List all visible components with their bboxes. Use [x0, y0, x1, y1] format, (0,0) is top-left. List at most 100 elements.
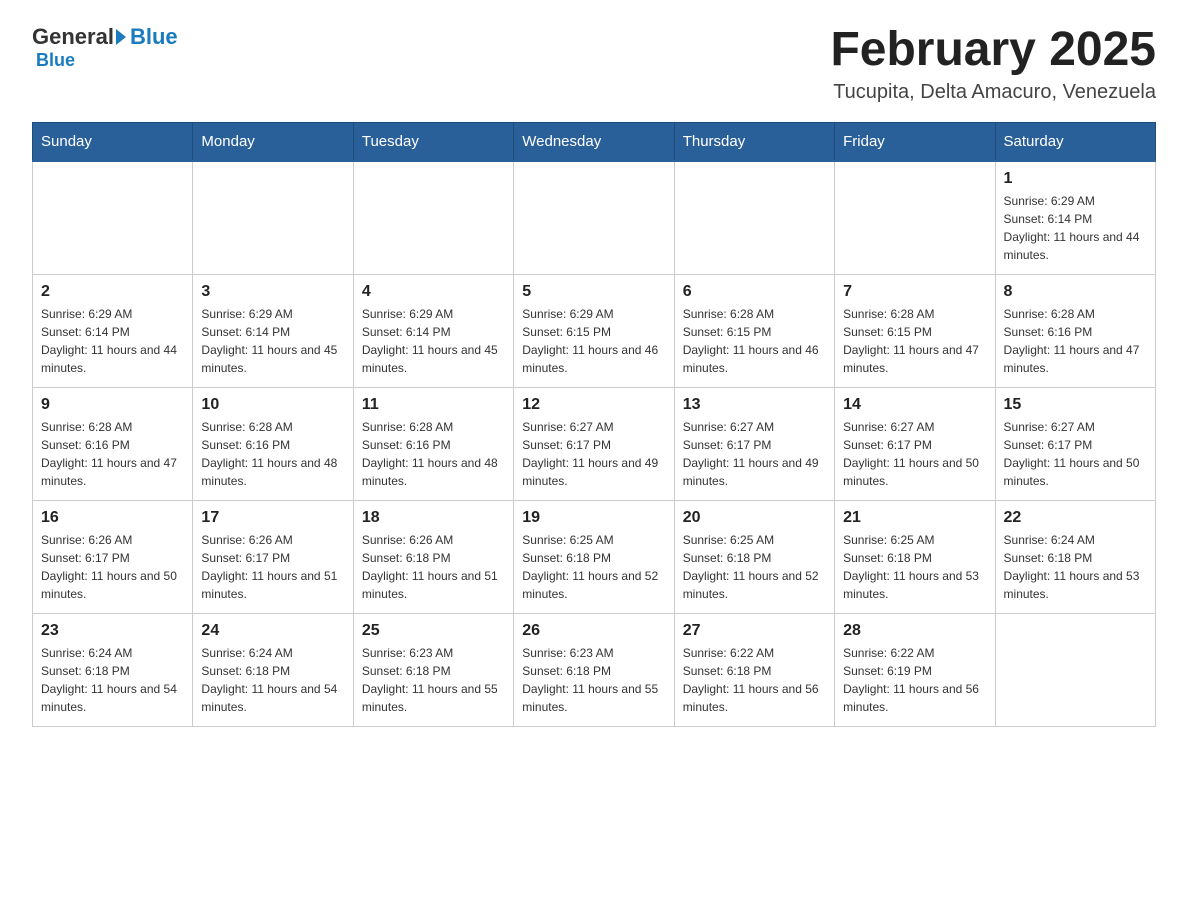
day-info: Sunrise: 6:24 AMSunset: 6:18 PMDaylight:… [41, 644, 184, 716]
day-number: 23 [41, 622, 184, 640]
table-row [835, 161, 995, 275]
logo-general-text: General [32, 24, 114, 50]
col-sunday: Sunday [33, 122, 193, 161]
table-row [674, 161, 834, 275]
day-info: Sunrise: 6:29 AMSunset: 6:14 PMDaylight:… [41, 305, 184, 377]
day-info: Sunrise: 6:28 AMSunset: 6:15 PMDaylight:… [683, 305, 826, 377]
table-row: 3Sunrise: 6:29 AMSunset: 6:14 PMDaylight… [193, 274, 353, 387]
day-info: Sunrise: 6:25 AMSunset: 6:18 PMDaylight:… [522, 531, 665, 603]
day-number: 17 [201, 509, 344, 527]
location-title: Tucupita, Delta Amacuro, Venezuela [830, 81, 1156, 104]
day-info: Sunrise: 6:24 AMSunset: 6:18 PMDaylight:… [201, 644, 344, 716]
day-number: 4 [362, 283, 505, 301]
table-row: 28 Sunrise: 6:22 AMSunset: 6:19 PMDayligh… [835, 613, 995, 726]
table-row: 27Sunrise: 6:22 AMSunset: 6:18 PMDayligh… [674, 613, 834, 726]
col-saturday: Saturday [995, 122, 1155, 161]
day-info: Sunrise: 6:27 AMSunset: 6:17 PMDaylight:… [522, 418, 665, 490]
table-row: 26 Sunrise: 6:23 AMSunset: 6:18 PMDayligh… [514, 613, 674, 726]
table-row: 5 Sunrise: 6:29 AMSunset: 6:15 PMDaylight… [514, 274, 674, 387]
day-number: 28 [843, 622, 986, 640]
day-number: 15 [1004, 396, 1147, 414]
title-section: February 2025 Tucupita, Delta Amacuro, V… [830, 24, 1156, 104]
day-number: 11 [362, 396, 505, 414]
table-row: 12 Sunrise: 6:27 AMSunset: 6:17 PMDayligh… [514, 387, 674, 500]
day-number: 25 [362, 622, 505, 640]
day-number: 9 [41, 396, 184, 414]
day-info: Sunrise: 6:25 AMSunset: 6:18 PMDaylight:… [843, 531, 986, 603]
day-info: Sunrise: 6:27 AMSunset: 6:17 PMDaylight:… [683, 418, 826, 490]
col-thursday: Thursday [674, 122, 834, 161]
table-row: 13 Sunrise: 6:27 AMSunset: 6:17 PMDayligh… [674, 387, 834, 500]
calendar-week-row: 16 Sunrise: 6:26 AMSunset: 6:17 PMDayligh… [33, 500, 1156, 613]
calendar-table: Sunday Monday Tuesday Wednesday Thursday… [32, 122, 1156, 727]
day-info: Sunrise: 6:24 AMSunset: 6:18 PMDaylight:… [1004, 531, 1147, 603]
day-number: 10 [201, 396, 344, 414]
col-wednesday: Wednesday [514, 122, 674, 161]
day-info: Sunrise: 6:23 AMSunset: 6:18 PMDaylight:… [522, 644, 665, 716]
day-info: Sunrise: 6:29 AMSunset: 6:14 PMDaylight:… [1004, 192, 1147, 264]
table-row: 25Sunrise: 6:23 AMSunset: 6:18 PMDayligh… [353, 613, 513, 726]
table-row: 18 Sunrise: 6:26 AMSunset: 6:18 PMDayligh… [353, 500, 513, 613]
table-row: 11 Sunrise: 6:28 AMSunset: 6:16 PMDayligh… [353, 387, 513, 500]
month-title: February 2025 [830, 24, 1156, 77]
day-number: 27 [683, 622, 826, 640]
table-row: 14 Sunrise: 6:27 AMSunset: 6:17 PMDayligh… [835, 387, 995, 500]
calendar-header-row: Sunday Monday Tuesday Wednesday Thursday… [33, 122, 1156, 161]
day-info: Sunrise: 6:28 AMSunset: 6:15 PMDaylight:… [843, 305, 986, 377]
table-row: 21 Sunrise: 6:25 AMSunset: 6:18 PMDayligh… [835, 500, 995, 613]
day-number: 14 [843, 396, 986, 414]
table-row: 1 Sunrise: 6:29 AMSunset: 6:14 PMDaylight… [995, 161, 1155, 275]
logo-arrow-icon [116, 29, 126, 45]
page-header: General Blue Blue February 2025 Tucupita… [32, 24, 1156, 104]
day-number: 18 [362, 509, 505, 527]
table-row: 9 Sunrise: 6:28 AMSunset: 6:16 PMDaylight… [33, 387, 193, 500]
logo: General Blue Blue [32, 24, 178, 71]
day-info: Sunrise: 6:28 AMSunset: 6:16 PMDaylight:… [1004, 305, 1147, 377]
day-info: Sunrise: 6:26 AMSunset: 6:17 PMDaylight:… [41, 531, 184, 603]
day-number: 19 [522, 509, 665, 527]
table-row: 6Sunrise: 6:28 AMSunset: 6:15 PMDaylight… [674, 274, 834, 387]
table-row [353, 161, 513, 275]
calendar-week-row: 1 Sunrise: 6:29 AMSunset: 6:14 PMDaylight… [33, 161, 1156, 275]
table-row: 4 Sunrise: 6:29 AMSunset: 6:14 PMDaylight… [353, 274, 513, 387]
day-info: Sunrise: 6:27 AMSunset: 6:17 PMDaylight:… [1004, 418, 1147, 490]
day-number: 5 [522, 283, 665, 301]
day-number: 26 [522, 622, 665, 640]
table-row: 2 Sunrise: 6:29 AMSunset: 6:14 PMDaylight… [33, 274, 193, 387]
table-row: 22Sunrise: 6:24 AMSunset: 6:18 PMDayligh… [995, 500, 1155, 613]
table-row: 17 Sunrise: 6:26 AMSunset: 6:17 PMDayligh… [193, 500, 353, 613]
calendar-week-row: 9 Sunrise: 6:28 AMSunset: 6:16 PMDaylight… [33, 387, 1156, 500]
day-number: 13 [683, 396, 826, 414]
day-info: Sunrise: 6:22 AMSunset: 6:19 PMDaylight:… [843, 644, 986, 716]
day-number: 12 [522, 396, 665, 414]
table-row: 23 Sunrise: 6:24 AMSunset: 6:18 PMDayligh… [33, 613, 193, 726]
day-number: 2 [41, 283, 184, 301]
table-row [995, 613, 1155, 726]
col-monday: Monday [193, 122, 353, 161]
day-number: 1 [1004, 170, 1147, 188]
day-number: 20 [683, 509, 826, 527]
day-number: 3 [201, 283, 344, 301]
table-row [193, 161, 353, 275]
logo-subtitle: Blue [36, 50, 75, 71]
table-row: 16 Sunrise: 6:26 AMSunset: 6:17 PMDayligh… [33, 500, 193, 613]
day-info: Sunrise: 6:28 AMSunset: 6:16 PMDaylight:… [362, 418, 505, 490]
table-row: 8 Sunrise: 6:28 AMSunset: 6:16 PMDaylight… [995, 274, 1155, 387]
table-row: 24Sunrise: 6:24 AMSunset: 6:18 PMDayligh… [193, 613, 353, 726]
day-number: 8 [1004, 283, 1147, 301]
day-info: Sunrise: 6:28 AMSunset: 6:16 PMDaylight:… [41, 418, 184, 490]
day-info: Sunrise: 6:26 AMSunset: 6:18 PMDaylight:… [362, 531, 505, 603]
table-row: 19 Sunrise: 6:25 AMSunset: 6:18 PMDayligh… [514, 500, 674, 613]
table-row: 15 Sunrise: 6:27 AMSunset: 6:17 PMDayligh… [995, 387, 1155, 500]
day-number: 16 [41, 509, 184, 527]
day-number: 21 [843, 509, 986, 527]
table-row [33, 161, 193, 275]
day-info: Sunrise: 6:29 AMSunset: 6:14 PMDaylight:… [362, 305, 505, 377]
col-friday: Friday [835, 122, 995, 161]
day-info: Sunrise: 6:29 AMSunset: 6:15 PMDaylight:… [522, 305, 665, 377]
day-info: Sunrise: 6:26 AMSunset: 6:17 PMDaylight:… [201, 531, 344, 603]
logo-blue-text: Blue [130, 24, 178, 50]
day-info: Sunrise: 6:27 AMSunset: 6:17 PMDaylight:… [843, 418, 986, 490]
table-row: 20Sunrise: 6:25 AMSunset: 6:18 PMDayligh… [674, 500, 834, 613]
calendar-week-row: 2 Sunrise: 6:29 AMSunset: 6:14 PMDaylight… [33, 274, 1156, 387]
